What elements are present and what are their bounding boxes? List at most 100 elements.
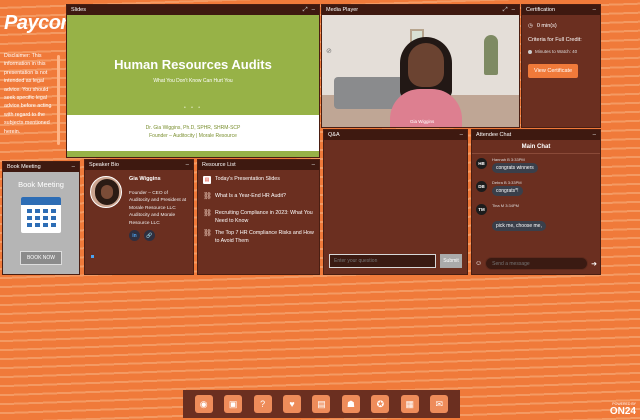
certification-body: ◷ 0 min(s) Criteria for Full Credit: Min… bbox=[522, 15, 600, 84]
disclaimer-text: Disclaimer: This information in this pre… bbox=[4, 53, 52, 135]
chat-header-label: Attendee Chat bbox=[476, 132, 512, 138]
resource-item[interactable]: ⛓ The Top 7 HR Compliance Risks and How … bbox=[203, 230, 314, 245]
message-text: congrats winners bbox=[492, 163, 538, 173]
chat-icon[interactable]: ✉ bbox=[430, 395, 449, 413]
slide-title-area: Human Resources Audits What You Don't Kn… bbox=[67, 15, 319, 115]
speaker-role: Founder – CEO of Auditocity and Presiden… bbox=[129, 191, 187, 226]
attendee-chat-panel: Attendee Chat – Main Chat HB Hannah B 3:… bbox=[471, 129, 601, 275]
person-head bbox=[408, 43, 444, 87]
speaker-name: Gia Wiggins bbox=[129, 176, 161, 182]
link-icon: ⛓ bbox=[203, 210, 212, 217]
video-feed[interactable]: ⊘ Gia Wiggins bbox=[322, 15, 519, 127]
minimize-icon[interactable]: – bbox=[72, 164, 75, 170]
tab-main-chat[interactable]: Main Chat bbox=[472, 144, 600, 154]
slides-icon[interactable]: ▣ bbox=[224, 395, 243, 413]
avatar: TM bbox=[476, 204, 487, 215]
slide-view: Human Resources Audits What You Don't Kn… bbox=[67, 15, 319, 157]
slide-presenter-role: Founder – Auditocity | Morale Resource bbox=[149, 132, 237, 139]
bullet-icon bbox=[528, 49, 532, 54]
message-text: pick me, choose me, bbox=[492, 221, 546, 231]
widget-dock: ◉ ▣ ? ♥ ▤ ☗ ✪ ▦ ✉ bbox=[183, 390, 460, 418]
chat-header: Attendee Chat – bbox=[472, 130, 600, 140]
avatar: HB bbox=[476, 158, 487, 169]
minimize-icon[interactable]: – bbox=[186, 162, 189, 168]
disclaimer-scrollbar[interactable] bbox=[57, 55, 60, 145]
message-meta: Debra B 3:33PM bbox=[492, 180, 522, 185]
on24-brand: POWERED BY ON24 bbox=[610, 402, 636, 417]
slide-dots-icon: • • • bbox=[183, 105, 203, 111]
link-icon[interactable]: 🔗 bbox=[144, 230, 155, 241]
minimize-icon[interactable]: – bbox=[593, 7, 596, 13]
certification-header: Certification – bbox=[522, 5, 600, 15]
resource-label: What Is a Year-End HR Audit? bbox=[215, 193, 286, 199]
qa-header: Q&A – bbox=[324, 130, 467, 140]
speaker-header-label: Speaker Bio bbox=[89, 162, 119, 168]
submit-question-button[interactable]: Submit bbox=[440, 254, 462, 268]
slide-subtitle: What You Don't Know Can Hurt You bbox=[153, 78, 233, 84]
clock-icon: ◷ bbox=[528, 23, 533, 29]
speaker-avatar bbox=[90, 176, 122, 208]
calendar-icon[interactable]: ▦ bbox=[400, 395, 419, 413]
certification-header-label: Certification bbox=[526, 7, 556, 13]
resource-item[interactable]: ▤ Today's Presentation Slides bbox=[203, 176, 314, 188]
slides-header: Slides ⤢ – bbox=[67, 5, 319, 15]
resource-list: ▤ Today's Presentation Slides ⛓ What Is … bbox=[198, 170, 319, 256]
avatar: DB bbox=[476, 181, 487, 192]
chat-message: TM Tina M 3:34PM pick me, choose me, bbox=[476, 203, 596, 233]
resources-icon[interactable]: ▤ bbox=[312, 395, 331, 413]
chat-message: DB Debra B 3:33PM congrats*! bbox=[476, 180, 596, 200]
slides-panel: Slides ⤢ – Human Resources Audits What Yo… bbox=[66, 4, 320, 158]
slide-presenter-name: Dr. Gia Wiggins, Ph.D, SPHR, SHRM-SCP bbox=[145, 125, 241, 131]
pdf-icon: ▤ bbox=[203, 176, 211, 184]
resource-item[interactable]: ⛓ What Is a Year-End HR Audit? bbox=[203, 193, 314, 205]
paycor-logo: Paycor bbox=[4, 12, 68, 34]
resource-label: Recruiting Compliance in 2023: What You … bbox=[215, 210, 313, 224]
link-icon: ⛓ bbox=[203, 230, 212, 237]
media-header-label: Media Player bbox=[326, 7, 359, 13]
minimize-icon[interactable]: – bbox=[512, 7, 515, 14]
resource-item[interactable]: ⛓ Recruiting Compliance in 2023: What Yo… bbox=[203, 210, 314, 225]
resource-header-label: Resource List bbox=[202, 162, 236, 168]
plant bbox=[484, 35, 498, 75]
speaker-social: in 🔗 bbox=[129, 230, 155, 241]
question-input[interactable] bbox=[329, 254, 436, 268]
mute-icon[interactable]: ⊘ bbox=[326, 47, 333, 55]
resource-label: The Top 7 HR Compliance Risks and How to… bbox=[215, 230, 314, 244]
media-player-panel: Media Player ⤢ – ⊘ Gia Wiggins bbox=[321, 4, 520, 128]
speaker-scroll-indicator[interactable] bbox=[91, 255, 94, 258]
send-icon[interactable]: ➜ bbox=[591, 260, 597, 268]
minutes-label: Minutes to Watch: 40 bbox=[535, 49, 578, 54]
resource-list-panel: Resource List – ▤ Today's Presentation S… bbox=[197, 159, 320, 275]
certification-panel: Certification – ◷ 0 min(s) Criteria for … bbox=[521, 4, 601, 128]
book-now-button[interactable]: BOOK NOW bbox=[19, 251, 63, 265]
resource-header: Resource List – bbox=[198, 160, 319, 170]
resource-label: Today's Presentation Slides bbox=[215, 176, 280, 182]
media-player-icon[interactable]: ◉ bbox=[194, 395, 213, 413]
criteria-label: Criteria for Full Credit: bbox=[528, 37, 582, 43]
book-body: Book Meeting BOOK NOW bbox=[3, 172, 79, 274]
linkedin-icon[interactable]: in bbox=[129, 230, 140, 241]
slide-title: Human Resources Audits bbox=[114, 57, 272, 72]
certification-icon[interactable]: ✪ bbox=[371, 395, 390, 413]
expand-icon[interactable]: ⤢ bbox=[503, 7, 508, 14]
expand-icon[interactable]: ⤢ bbox=[303, 7, 308, 14]
book-meeting-panel: Book Meeting – Book Meeting BOOK NOW bbox=[2, 161, 80, 275]
emoji-icon[interactable]: ☺ bbox=[475, 260, 482, 267]
watch-time: 0 min(s) bbox=[536, 23, 557, 29]
chat-message-input[interactable] bbox=[485, 257, 589, 270]
video-person-label: Gia Wiggins bbox=[410, 119, 435, 124]
speaker-icon[interactable]: ☗ bbox=[341, 395, 360, 413]
minimize-icon[interactable]: – bbox=[312, 162, 315, 168]
view-certificate-button[interactable]: View Certificate bbox=[528, 64, 579, 78]
qa-panel: Q&A – Submit bbox=[323, 129, 468, 275]
calendar-icon bbox=[21, 197, 61, 233]
link-icon: ⛓ bbox=[203, 193, 212, 200]
speaker-bio-panel: Speaker Bio – Gia Wiggins Founder – CEO … bbox=[84, 159, 194, 275]
book-title: Book Meeting bbox=[18, 180, 64, 189]
media-header: Media Player ⤢ – bbox=[322, 5, 519, 15]
minimize-icon[interactable]: – bbox=[312, 7, 315, 14]
qa-icon[interactable]: ? bbox=[253, 395, 272, 413]
minimize-icon[interactable]: – bbox=[460, 132, 463, 138]
minimize-icon[interactable]: – bbox=[593, 132, 596, 138]
reactions-icon[interactable]: ♥ bbox=[283, 395, 302, 413]
